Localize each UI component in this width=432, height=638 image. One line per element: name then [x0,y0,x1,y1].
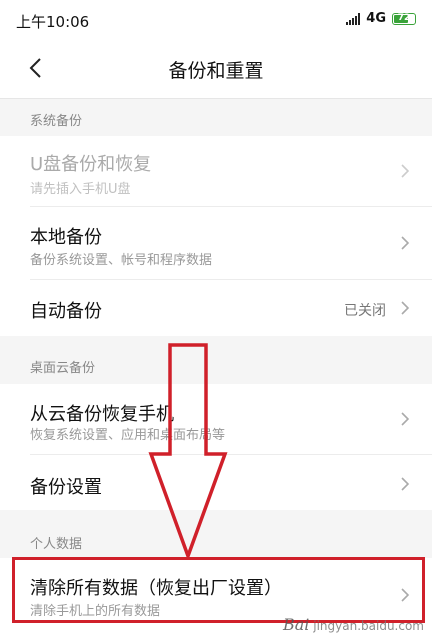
usb-backup-title: U盘备份和恢复 [30,154,152,175]
chevron-right-icon [401,236,410,250]
annotation-down-arrow-icon [148,343,228,560]
auto-backup-status: 已关闭 [344,303,386,319]
chevron-right-icon [401,412,410,426]
section-label-personal-data: 个人数据 [30,537,83,552]
signal-icon [346,12,361,25]
status-bar: 上午10:06 4G 72 [0,0,432,40]
usb-backup-subtitle: 请先插入手机U盘 [30,182,131,197]
page-title: 备份和重置 [168,60,264,82]
local-backup-subtitle: 备份系统设置、帐号和程序数据 [30,253,213,268]
section-label-system-backup: 系统备份 [30,114,83,129]
chevron-right-icon [401,301,410,315]
watermark-url: jingyan.baidu.com [313,619,424,633]
chevron-right-icon [401,477,410,491]
annotation-highlight-box [12,557,425,623]
baidu-watermark: Bai jingyan.baidu.com [283,615,424,634]
status-time: 上午10:06 [16,13,90,31]
battery-percent: 72 [397,12,411,23]
auto-backup-title: 自动备份 [30,301,102,322]
system-backup-group: U盘备份和恢复 请先插入手机U盘 本地备份 备份系统设置、帐号和程序数据 自动备… [0,136,432,336]
page-header: 备份和重置 [0,40,432,99]
usb-backup-item[interactable]: U盘备份和恢复 请先插入手机U盘 [0,136,432,206]
local-backup-item[interactable]: 本地备份 备份系统设置、帐号和程序数据 [0,207,432,279]
backup-settings-title: 备份设置 [30,477,102,498]
local-backup-title: 本地备份 [30,227,102,248]
section-label-cloud-backup: 桌面云备份 [30,361,96,376]
battery-icon: 72 [392,12,416,25]
auto-backup-item[interactable]: 自动备份 已关闭 [0,280,432,336]
chevron-right-icon [401,164,410,178]
status-icons: 4G 72 [346,11,416,26]
network-type: 4G [366,11,386,26]
watermark-logo-text: Bai [283,615,310,634]
